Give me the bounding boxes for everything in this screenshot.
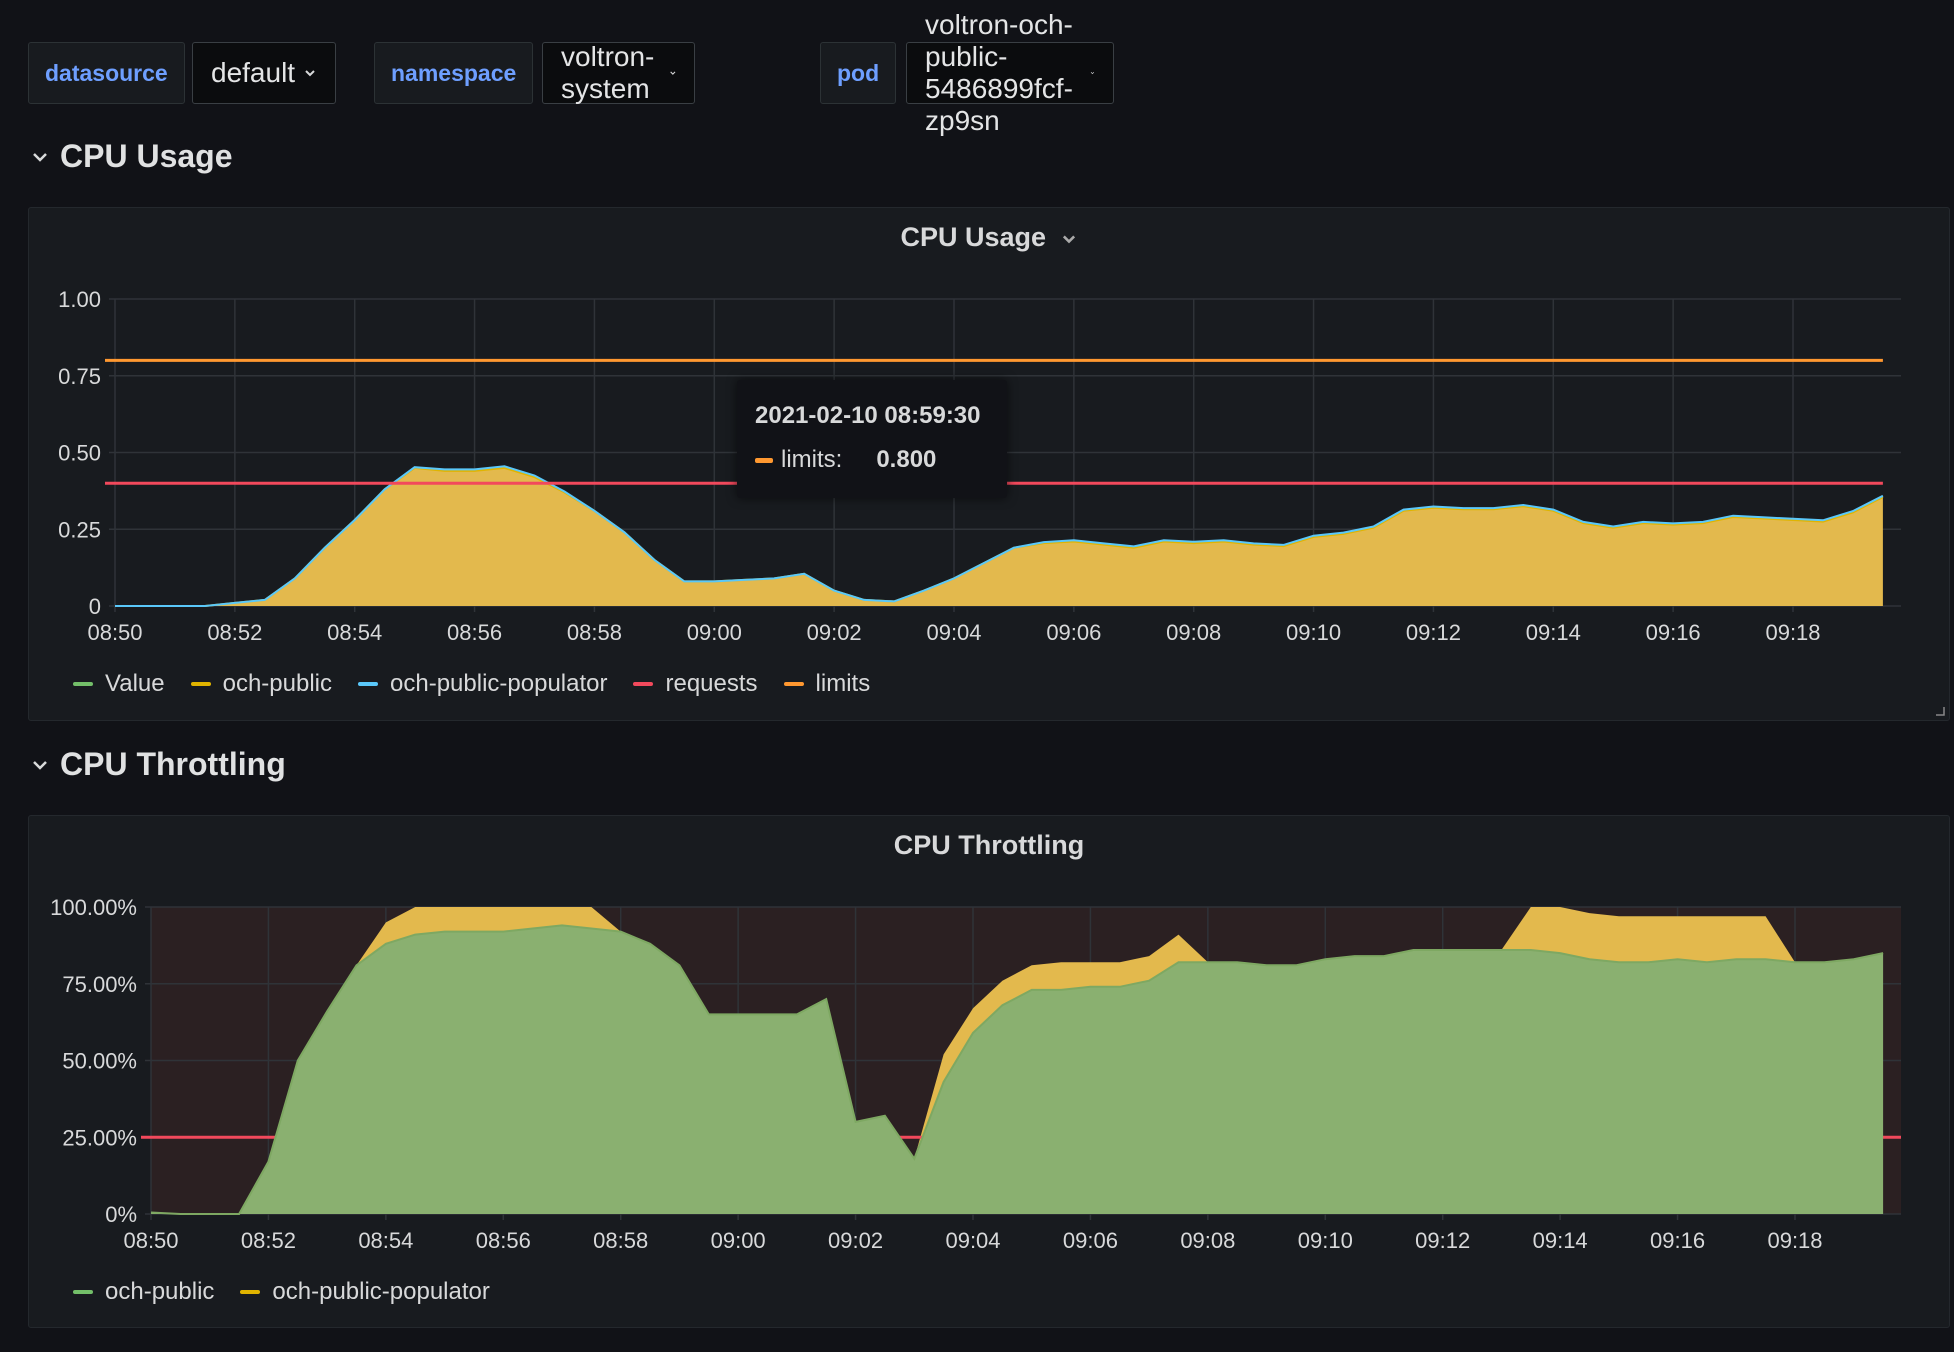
x-tick-label: 09:10 <box>1286 620 1341 645</box>
legend-label: Value <box>105 670 165 697</box>
x-tick-label: 08:58 <box>593 1228 648 1253</box>
x-tick-label: 08:50 <box>87 620 142 645</box>
x-tick-label: 09:02 <box>807 620 862 645</box>
datasource-select[interactable]: default <box>192 42 337 104</box>
legend-swatch <box>73 682 93 686</box>
x-tick-label: 08:56 <box>447 620 502 645</box>
legend: och-public och-public-populator <box>73 1278 516 1306</box>
tooltip-time: 2021-02-10 08:59:30 <box>755 402 981 429</box>
x-tick-label: 09:02 <box>828 1228 883 1253</box>
legend-label: och-public-populator <box>390 670 608 697</box>
variable-label-pod: pod <box>820 42 897 104</box>
datasource-value: default <box>211 57 296 88</box>
x-tick-label: 08:54 <box>327 620 382 645</box>
tooltip-row: limits: 0.800 <box>755 446 989 474</box>
cpu-throttling-panel: CPU Throttling 0% 25.00% 50.00% 75.00% 100.0… <box>28 815 1950 1328</box>
chevron-down-icon <box>1090 72 1095 75</box>
y-tick-label: 0.50 <box>58 441 101 466</box>
cpu-throttling-chart[interactable]: 0% 25.00% 50.00% 75.00% 100.00% 08:50 08:52 08:… <box>29 816 1951 1329</box>
x-tick-label: 09:08 <box>1180 1228 1235 1253</box>
row-title: CPU Usage <box>60 138 233 174</box>
series-swatch <box>755 457 773 463</box>
legend-item[interactable]: och-public-populator <box>240 1278 490 1306</box>
namespace-select[interactable]: voltron-system <box>542 41 696 104</box>
tooltip-value: 0.800 <box>876 446 937 473</box>
legend-swatch <box>240 1290 261 1294</box>
pod-value: voltron-och-public-5486899fcf-zp9sn <box>925 9 1073 136</box>
tooltip: 2021-02-10 08:59:30 limits: 0.800 <box>737 380 1007 498</box>
chevron-down-icon <box>305 70 315 77</box>
x-tick-label: 09:16 <box>1650 1228 1705 1253</box>
legend-swatch <box>190 682 211 686</box>
variable-label-datasource: datasource <box>28 42 185 104</box>
legend: Value och-public och-public-populator reque… <box>73 670 896 698</box>
legend-swatch <box>358 682 379 686</box>
y-tick-label: 25.00% <box>62 1125 137 1150</box>
row-title: CPU Throttling <box>60 746 286 782</box>
x-tick-label: 09:10 <box>1298 1228 1353 1253</box>
x-tick-label: 09:16 <box>1646 620 1701 645</box>
x-tick-label: 08:56 <box>476 1228 531 1253</box>
x-tick-label: 09:18 <box>1765 620 1820 645</box>
legend-label: requests <box>665 670 758 697</box>
row-header-cpu-throttling[interactable]: CPU Throttling <box>30 746 286 783</box>
legend-item[interactable]: requests <box>633 670 758 698</box>
x-tick-label: 09:18 <box>1767 1228 1822 1253</box>
x-tick-label: 08:54 <box>358 1228 413 1253</box>
tooltip-label: limits: <box>781 446 843 473</box>
x-tick-label: 08:52 <box>241 1228 296 1253</box>
namespace-value: voltron-system <box>561 41 655 104</box>
legend-item[interactable]: och-public <box>73 1278 214 1306</box>
x-tick-label: 08:52 <box>207 620 262 645</box>
legend-swatch <box>73 1290 93 1294</box>
x-tick-label: 09:14 <box>1526 620 1581 645</box>
x-tick-label: 09:12 <box>1406 620 1461 645</box>
legend-label: och-public-populator <box>272 1278 490 1305</box>
cpu-usage-panel: CPU Usage 0 0.25 0.50 0.75 1.00 08:50 08:52 08:… <box>28 207 1950 721</box>
y-tick-label: 1.00 <box>58 287 101 312</box>
legend-label: och-public <box>105 1278 215 1305</box>
chevron-down-icon <box>669 71 676 75</box>
x-tick-label: 08:58 <box>567 620 622 645</box>
x-tick-label: 09:00 <box>711 1228 766 1253</box>
variable-label-namespace: namespace <box>374 42 534 104</box>
legend-item[interactable]: Value <box>73 670 165 698</box>
resize-handle-icon[interactable] <box>1935 706 1945 716</box>
y-tick-label: 75.00% <box>62 972 137 997</box>
y-tick-label: 0.75 <box>58 364 101 389</box>
legend-swatch <box>633 682 654 686</box>
legend-swatch <box>783 682 804 686</box>
row-header-cpu-usage[interactable]: CPU Usage <box>30 138 233 175</box>
x-tick-label: 09:14 <box>1533 1228 1588 1253</box>
chevron-down-icon <box>33 760 47 770</box>
x-tick-label: 09:04 <box>945 1228 1000 1253</box>
x-tick-label: 08:50 <box>123 1228 178 1253</box>
x-tick-label: 09:04 <box>926 620 981 645</box>
y-tick-label: 50.00% <box>62 1049 137 1074</box>
legend-item[interactable]: och-public <box>190 670 333 698</box>
legend-label: limits <box>815 670 871 697</box>
y-tick-label: 0.25 <box>58 517 101 542</box>
legend-label: och-public <box>222 670 333 697</box>
x-tick-label: 09:12 <box>1415 1228 1470 1253</box>
legend-item[interactable]: limits <box>783 670 871 698</box>
pod-select[interactable]: voltron-och-public-5486899fcf-zp9sn <box>906 9 1114 136</box>
x-tick-label: 09:06 <box>1046 620 1101 645</box>
y-tick-label: 0% <box>105 1202 137 1227</box>
y-tick-label: 0 <box>89 594 101 619</box>
legend-item[interactable]: och-public-populator <box>358 670 607 698</box>
x-tick-label: 09:00 <box>687 620 742 645</box>
x-tick-label: 09:08 <box>1166 620 1221 645</box>
y-tick-label: 100.00% <box>50 895 137 920</box>
chevron-down-icon <box>33 152 47 162</box>
x-tick-label: 09:06 <box>1063 1228 1118 1253</box>
